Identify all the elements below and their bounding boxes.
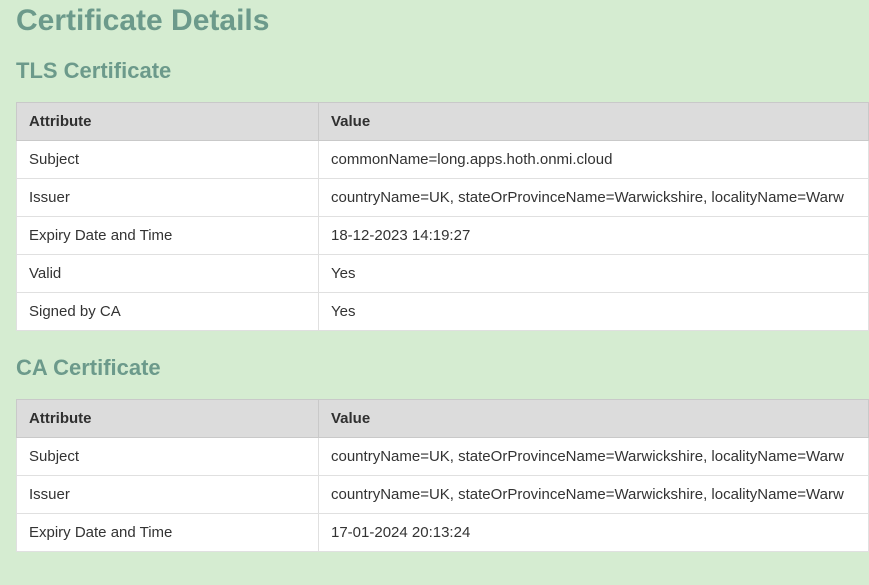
attribute-cell: Subject [17,438,319,476]
attribute-cell: Subject [17,141,319,179]
attribute-cell: Issuer [17,179,319,217]
table-row: Issuer countryName=UK, stateOrProvinceNa… [17,476,869,514]
table-row: Subject commonName=long.apps.hoth.onmi.c… [17,141,869,179]
table-row: Subject countryName=UK, stateOrProvinceN… [17,438,869,476]
tls-certificate-table: Attribute Value Subject commonName=long.… [16,102,869,331]
table-row: Expiry Date and Time 17-01-2024 20:13:24 [17,514,869,552]
table-header-value: Value [319,400,869,438]
table-header-attribute: Attribute [17,400,319,438]
tls-certificate-heading: TLS Certificate [16,58,869,84]
table-row: Issuer countryName=UK, stateOrProvinceNa… [17,179,869,217]
attribute-cell: Valid [17,255,319,293]
attribute-cell: Issuer [17,476,319,514]
value-cell: Yes [319,255,869,293]
table-header-value: Value [319,103,869,141]
value-cell: commonName=long.apps.hoth.onmi.cloud [319,141,869,179]
attribute-cell: Expiry Date and Time [17,217,319,255]
value-cell: 17-01-2024 20:13:24 [319,514,869,552]
value-cell: Yes [319,293,869,331]
value-cell: countryName=UK, stateOrProvinceName=Warw… [319,179,869,217]
value-cell: countryName=UK, stateOrProvinceName=Warw… [319,438,869,476]
attribute-cell: Expiry Date and Time [17,514,319,552]
value-cell: countryName=UK, stateOrProvinceName=Warw… [319,476,869,514]
table-row: Signed by CA Yes [17,293,869,331]
table-header-attribute: Attribute [17,103,319,141]
ca-certificate-heading: CA Certificate [16,355,869,381]
ca-certificate-table: Attribute Value Subject countryName=UK, … [16,399,869,552]
attribute-cell: Signed by CA [17,293,319,331]
value-cell: 18-12-2023 14:19:27 [319,217,869,255]
table-row: Valid Yes [17,255,869,293]
page-title: Certificate Details [16,0,869,38]
table-row: Expiry Date and Time 18-12-2023 14:19:27 [17,217,869,255]
